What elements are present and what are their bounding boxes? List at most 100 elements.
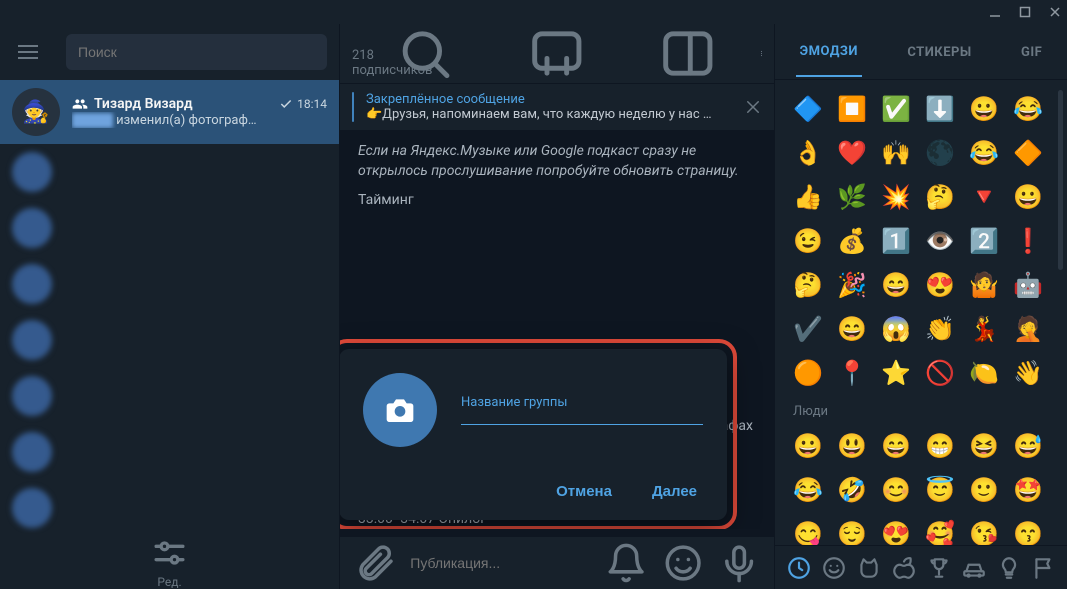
window-maximize-button[interactable] — [1019, 6, 1031, 18]
emoji-cell[interactable]: 🤖 — [1009, 266, 1047, 304]
chat-item[interactable] — [0, 368, 339, 424]
cat-animals[interactable] — [856, 555, 882, 581]
emoji-cell[interactable]: 🔷 — [789, 90, 827, 128]
emoji-cell[interactable]: 😍 — [877, 515, 915, 545]
chat-item[interactable] — [0, 200, 339, 256]
emoji-cell[interactable]: ⭐ — [877, 354, 915, 392]
emoji-cell[interactable]: 😇 — [921, 471, 959, 509]
emoji-cell[interactable]: 😆 — [965, 427, 1003, 465]
window-close-button[interactable] — [1049, 6, 1061, 18]
emoji-cell[interactable]: 😘 — [965, 515, 1003, 545]
emoji-cell[interactable]: ⏹️ — [833, 90, 871, 128]
emoji-cell[interactable]: 🤩 — [1009, 471, 1047, 509]
mute-icon[interactable] — [605, 537, 647, 589]
emoji-cell[interactable]: 😂 — [789, 471, 827, 509]
emoji-scroll[interactable]: 🔷⏹️✅⬇️😀😂👌❤️🙌🌑😂🔶👍🌿💥🤔🔻😀😉💰1️⃣👁️2️⃣❗🤔🎉😄😍🤷🤖✔️… — [775, 80, 1067, 545]
emoji-cell[interactable]: 🙂 — [965, 471, 1003, 509]
emoji-cell[interactable]: 👁️ — [921, 222, 959, 260]
emoji-cell[interactable]: 🤦 — [1009, 310, 1047, 348]
chat-item[interactable] — [0, 312, 339, 368]
emoji-cell[interactable]: 💃 — [965, 310, 1003, 348]
emoji-cell[interactable]: 🔶 — [1009, 134, 1047, 172]
emoji-cell[interactable]: 💰 — [833, 222, 871, 260]
search-field[interactable] — [66, 34, 327, 70]
search-input[interactable] — [78, 44, 315, 60]
emoji-cell[interactable]: 👍 — [789, 178, 827, 216]
emoji-cell[interactable]: 😙 — [1009, 515, 1047, 545]
emoji-cell[interactable]: 😄 — [877, 266, 915, 304]
tab-stickers[interactable]: СТИКЕРЫ — [903, 27, 975, 76]
cancel-button[interactable]: Отмена — [550, 475, 618, 508]
emoji-cell[interactable]: 😄 — [877, 427, 915, 465]
cat-objects[interactable] — [996, 555, 1022, 581]
tab-gif[interactable]: GIF — [1017, 27, 1046, 76]
emoji-icon[interactable] — [662, 537, 704, 589]
edit-chats-button[interactable]: Ред. — [0, 533, 339, 589]
chat-item[interactable] — [0, 144, 339, 200]
discussion-icon[interactable] — [498, 24, 616, 83]
emoji-cell[interactable]: ⬇️ — [921, 90, 959, 128]
compose-input[interactable] — [410, 555, 591, 571]
cat-recent[interactable] — [786, 555, 812, 581]
emoji-cell[interactable]: 👌 — [789, 134, 827, 172]
chat-item[interactable] — [0, 480, 339, 533]
chat-item[interactable] — [0, 256, 339, 312]
pinned-message[interactable]: Закреплённое сообщение 👉Друзья, напомина… — [340, 84, 774, 131]
emoji-cell[interactable]: 👏 — [921, 310, 959, 348]
emoji-cell[interactable]: 🍋 — [965, 354, 1003, 392]
search-icon[interactable] — [366, 24, 484, 83]
scrollbar[interactable] — [1058, 90, 1063, 270]
emoji-cell[interactable]: 🥰 — [921, 515, 959, 545]
group-name-input[interactable] — [461, 424, 703, 425]
window-minimize-button[interactable] — [989, 6, 1001, 18]
voice-icon[interactable] — [718, 537, 760, 589]
emoji-cell[interactable]: 😍 — [921, 266, 959, 304]
emoji-cell[interactable]: 😀 — [965, 90, 1003, 128]
group-photo-button[interactable] — [363, 373, 437, 447]
emoji-cell[interactable]: 😀 — [789, 427, 827, 465]
emoji-cell[interactable]: 😌 — [833, 515, 871, 545]
emoji-cell[interactable]: 🙌 — [877, 134, 915, 172]
emoji-cell[interactable]: 😱 — [877, 310, 915, 348]
cat-travel[interactable] — [961, 555, 987, 581]
menu-button[interactable] — [0, 24, 56, 80]
emoji-cell[interactable]: 😁 — [921, 427, 959, 465]
cat-food[interactable] — [891, 555, 917, 581]
cat-symbols[interactable] — [1031, 555, 1057, 581]
emoji-cell[interactable]: ❤️ — [833, 134, 871, 172]
emoji-cell[interactable]: 🤔 — [921, 178, 959, 216]
emoji-cell[interactable]: 🌿 — [833, 178, 871, 216]
emoji-cell[interactable]: 😃 — [833, 427, 871, 465]
emoji-cell[interactable]: 🌑 — [921, 134, 959, 172]
emoji-cell[interactable]: 🤔 — [789, 266, 827, 304]
emoji-cell[interactable]: 🎉 — [833, 266, 871, 304]
emoji-cell[interactable]: 🟠 — [789, 354, 827, 392]
emoji-cell[interactable]: 😊 — [877, 471, 915, 509]
emoji-cell[interactable]: ✅ — [877, 90, 915, 128]
emoji-cell[interactable]: 🚫 — [921, 354, 959, 392]
emoji-cell[interactable]: 1️⃣ — [877, 222, 915, 260]
emoji-cell[interactable]: 🤣 — [833, 471, 871, 509]
emoji-cell[interactable]: 2️⃣ — [965, 222, 1003, 260]
close-icon[interactable] — [744, 98, 762, 116]
emoji-cell[interactable]: 😅 — [1009, 427, 1047, 465]
tab-emoji[interactable]: ЭМОДЗИ — [796, 26, 862, 77]
emoji-cell[interactable]: ❗ — [1009, 222, 1047, 260]
emoji-cell[interactable]: 🤷 — [965, 266, 1003, 304]
more-icon[interactable] — [761, 24, 762, 83]
cat-smileys[interactable] — [821, 555, 847, 581]
next-button[interactable]: Далее — [646, 475, 703, 508]
emoji-cell[interactable]: 😉 — [789, 222, 827, 260]
emoji-cell[interactable]: 😄 — [833, 310, 871, 348]
emoji-cell[interactable]: ✔️ — [789, 310, 827, 348]
cat-activity[interactable] — [926, 555, 952, 581]
sidebar-toggle-icon[interactable] — [629, 24, 747, 83]
chat-item-active[interactable]: 🧙 Тизард Визард 18:14 ████ изменил(а) фо… — [0, 80, 339, 144]
emoji-cell[interactable]: 📍 — [833, 354, 871, 392]
chat-item[interactable] — [0, 424, 339, 480]
attach-icon[interactable] — [354, 537, 396, 589]
emoji-cell[interactable]: 💥 — [877, 178, 915, 216]
emoji-cell[interactable]: 😂 — [965, 134, 1003, 172]
emoji-cell[interactable]: 👋 — [1009, 354, 1047, 392]
emoji-cell[interactable]: 😀 — [1009, 178, 1047, 216]
